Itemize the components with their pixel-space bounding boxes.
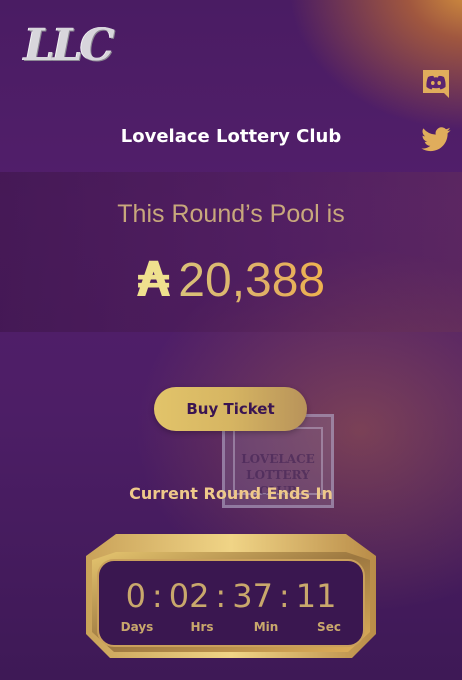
- discord-icon: [423, 70, 449, 98]
- pool-amount-value: 20,388: [178, 254, 326, 307]
- countdown-days: 0: [125, 577, 146, 615]
- countdown-values: 0 : 02 : 37 : 11: [86, 577, 376, 615]
- ada-currency-icon: ₳: [136, 252, 171, 308]
- countdown-separator: :: [278, 577, 290, 615]
- days-label: Days: [120, 620, 154, 634]
- hours-label: Hrs: [190, 620, 214, 634]
- site-title: Lovelace Lottery Club: [120, 126, 342, 147]
- buy-ticket-button[interactable]: Buy Ticket: [154, 387, 307, 431]
- seconds-label: Sec: [317, 620, 341, 634]
- countdown-hours: 02: [168, 577, 210, 615]
- round-ends-label: Current Round Ends In: [129, 484, 333, 503]
- pool-label: This Round’s Pool is: [117, 200, 345, 228]
- countdown-minutes: 37: [232, 577, 273, 615]
- countdown-separator: :: [215, 577, 227, 615]
- countdown-separator: :: [151, 577, 163, 615]
- site-logo[interactable]: LLC: [24, 24, 115, 68]
- pool-amount: ₳ 20,388: [0, 250, 462, 311]
- minutes-label: Min: [253, 620, 279, 634]
- discord-link[interactable]: [420, 68, 452, 100]
- countdown-seconds: 11: [295, 577, 337, 615]
